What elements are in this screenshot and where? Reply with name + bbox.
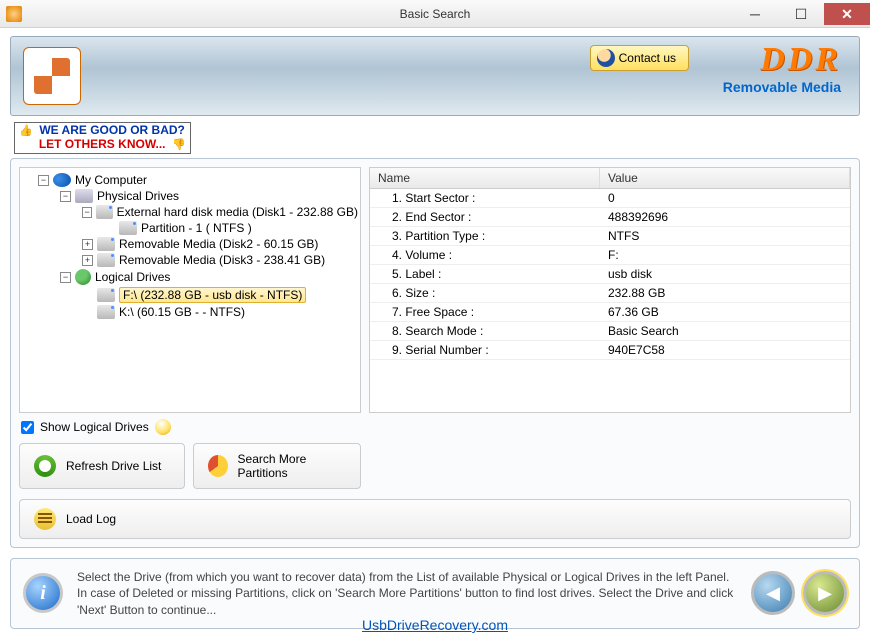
contact-icon [597,49,615,67]
drive-icon [97,288,115,302]
header-banner: Contact us DDR Removable Media [10,36,860,116]
tree-disk3[interactable]: + Removable Media (Disk3 - 238.41 GB) [20,252,360,268]
brand-title: DDR [723,41,841,79]
prop-name: 7. Free Space : [370,303,600,321]
tree-disk1[interactable]: − External hard disk media (Disk1 - 232.… [20,204,360,220]
prop-name: 8. Search Mode : [370,322,600,340]
drive-icon [97,253,115,267]
pie-icon [208,455,228,477]
grid-row[interactable]: 2. End Sector :488392696 [370,208,850,227]
prop-name: 4. Volume : [370,246,600,264]
prop-value: usb disk [600,265,850,283]
minimize-button[interactable]: ─ [732,3,778,25]
column-header-value[interactable]: Value [600,168,850,188]
show-logical-label: Show Logical Drives [40,420,149,434]
tree-drive-k[interactable]: K:\ (60.15 GB - - NTFS) [20,304,360,320]
prop-value: NTFS [600,227,850,245]
contact-us-button[interactable]: Contact us [590,45,689,71]
grid-row[interactable]: 4. Volume :F: [370,246,850,265]
footer-link[interactable]: UsbDriveRecovery.com [362,617,508,633]
tree-disk2[interactable]: + Removable Media (Disk2 - 60.15 GB) [20,236,360,252]
prop-name: 1. Start Sector : [370,189,600,207]
close-button[interactable]: ✕ [824,3,870,25]
tree-disk1-partition[interactable]: Partition - 1 ( NTFS ) [20,220,360,236]
info-text: Select the Drive (from which you want to… [77,569,737,618]
collapse-icon[interactable]: − [38,175,49,186]
info-icon: i [23,573,63,613]
load-log-button[interactable]: Load Log [19,499,851,539]
back-button[interactable]: ◀ [751,571,795,615]
next-button[interactable]: ▶ [803,571,847,615]
column-header-name[interactable]: Name [370,168,600,188]
brand-subtitle: Removable Media [723,79,841,95]
show-logical-checkbox[interactable] [21,421,34,434]
collapse-icon[interactable]: − [82,207,92,218]
computer-icon [53,173,71,187]
expand-icon[interactable]: + [82,239,93,250]
prop-value: Basic Search [600,322,850,340]
app-icon [6,6,22,22]
prop-name: 6. Size : [370,284,600,302]
grid-row[interactable]: 6. Size :232.88 GB [370,284,850,303]
tree-physical-drives[interactable]: − Physical Drives [20,188,360,204]
prop-value: 232.88 GB [600,284,850,302]
prop-value: 488392696 [600,208,850,226]
refresh-icon [34,455,56,477]
grid-row[interactable]: 3. Partition Type :NTFS [370,227,850,246]
logical-icon [75,269,91,285]
grid-row[interactable]: 8. Search Mode :Basic Search [370,322,850,341]
drive-tree[interactable]: − My Computer − Physical Drives − Extern… [19,167,361,413]
prop-name: 9. Serial Number : [370,341,600,359]
prop-value: 67.36 GB [600,303,850,321]
collapse-icon[interactable]: − [60,191,71,202]
expand-icon[interactable]: + [82,255,93,266]
prop-value: F: [600,246,850,264]
prop-value: 0 [600,189,850,207]
prop-name: 3. Partition Type : [370,227,600,245]
category-icon [75,189,93,203]
contact-label: Contact us [619,51,676,65]
grid-row[interactable]: 7. Free Space :67.36 GB [370,303,850,322]
grid-row[interactable]: 5. Label :usb disk [370,265,850,284]
search-more-partitions-button[interactable]: Search More Partitions [193,443,361,489]
feedback-badge[interactable]: 👍 WE ARE GOOD OR BAD? LET OTHERS KNOW...… [14,122,191,154]
tree-drive-f[interactable]: F:\ (232.88 GB - usb disk - NTFS) [20,286,360,304]
hint-icon[interactable] [155,419,171,435]
tree-logical-drives[interactable]: − Logical Drives [20,268,360,286]
prop-name: 5. Label : [370,265,600,283]
title-bar: Basic Search ─ ☐ ✕ [0,0,870,28]
log-icon [34,508,56,530]
properties-grid: Name Value 1. Start Sector :02. End Sect… [369,167,851,413]
refresh-drive-list-button[interactable]: Refresh Drive List [19,443,185,489]
app-logo [23,47,81,105]
collapse-icon[interactable]: − [60,272,71,283]
drive-icon [97,237,115,251]
tree-my-computer[interactable]: − My Computer [20,172,360,188]
drive-icon [96,205,112,219]
maximize-button[interactable]: ☐ [778,3,824,25]
grid-row[interactable]: 9. Serial Number :940E7C58 [370,341,850,360]
prop-value: 940E7C58 [600,341,850,359]
window-title: Basic Search [400,7,471,21]
grid-row[interactable]: 1. Start Sector :0 [370,189,850,208]
main-panel: − My Computer − Physical Drives − Extern… [10,158,860,548]
prop-name: 2. End Sector : [370,208,600,226]
partition-icon [119,221,137,235]
drive-icon [97,305,115,319]
